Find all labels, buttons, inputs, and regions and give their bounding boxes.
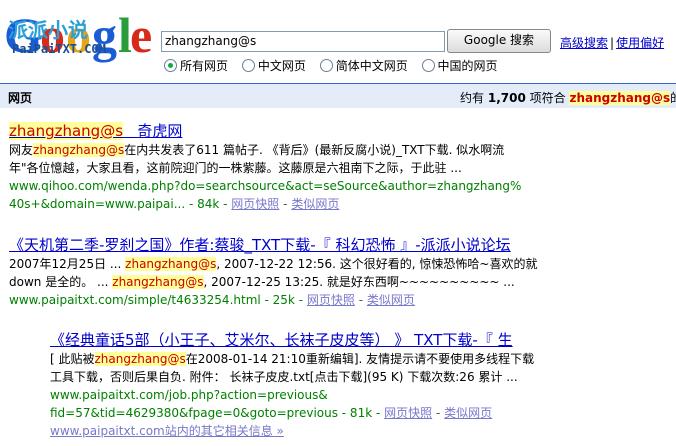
radio-icon <box>241 59 255 72</box>
result-title[interactable]: 《天机第二季-罗刹之国》作者:蔡骏_TXT下载-『 科幻恐怖 』-派派小说论坛 <box>9 236 537 255</box>
radio-icon <box>421 59 435 72</box>
cache-link[interactable]: 网页快照 <box>384 406 432 420</box>
result-title[interactable]: 《经典童话5部（小王子、艾米尔、长袜子皮皮等） 》 TXT下载-『 生 <box>50 331 534 350</box>
result-url: 40s+&domain=www.paipai... - 84k - 网页快照 -… <box>9 197 340 211</box>
similar-link[interactable]: 类似网页 <box>291 197 339 211</box>
results-bar: 网页 约有 1,700 项符合 zhangzhang@s的查 <box>0 83 676 108</box>
watermark-cn: 派派小说 <box>8 18 88 42</box>
similar-link[interactable]: 类似网页 <box>367 293 415 307</box>
result-url: www.paipaitxt.com/simple/t4633254.html -… <box>9 293 415 307</box>
result-snippet: 网友zhangzhang@s在内共发表了611 篇帖子. 《背后》(最新反腐小说… <box>9 143 505 157</box>
result-snippet: down 是全的。 ... zhangzhang@s, 2007-12-25 1… <box>9 275 515 289</box>
results-tab-label: 网页 <box>8 91 33 105</box>
result-snippet: 2007年12月25日 ... zhangzhang@s, 2007-12-22… <box>9 257 538 271</box>
watermark-en: PaiPaiTXT.COM <box>12 42 106 56</box>
result-snippet: 工具下载，否则后果自负. 附件： 长袜子皮皮.txt[点击下载](95 K) 下… <box>50 370 518 384</box>
preferences-link[interactable]: 使用偏好 <box>616 36 664 50</box>
radio-all-pages[interactable]: 所有网页 <box>164 57 228 74</box>
radio-china-pages[interactable]: 中国的网页 <box>421 57 498 74</box>
search-button[interactable]: Google 搜索 <box>447 29 551 53</box>
radio-icon <box>319 59 333 72</box>
advanced-search-link[interactable]: 高级搜索 <box>560 36 608 50</box>
search-input[interactable]: zhangzhang@s <box>161 31 445 52</box>
result-title[interactable]: zhangzhang@s 奇虎网 <box>9 122 521 141</box>
result-url: www.paipaitxt.com/job.php?action=previou… <box>50 388 328 402</box>
result-snippet: [ 此贴被zhangzhang@s在2008-01-14 21:10重新编辑].… <box>50 352 535 366</box>
results-count: 约有 1,700 项符合 zhangzhang@s的查 <box>460 91 676 105</box>
search-result: zhangzhang@s 奇虎网 网友zhangzhang@s在内共发表了611… <box>9 122 521 213</box>
radio-simplified-chinese[interactable]: 简体中文网页 <box>319 57 408 74</box>
language-radio-group: 所有网页 中文网页 简体中文网页 中国的网页 <box>164 57 508 74</box>
result-snippet: 年"各位憶越，大家且看，这前院迎门的一株紫藤。这藤原是六祖南下之际，于此驻 ..… <box>9 161 462 175</box>
google-logo[interactable]: G o o g l e 派派小说 PaiPaiTXT.COM <box>4 6 152 62</box>
cache-link[interactable]: 网页快照 <box>307 293 355 307</box>
similar-link[interactable]: 类似网页 <box>444 406 492 420</box>
top-links: 高级搜索 | 使用偏好 <box>560 34 664 51</box>
result-url: fid=57&tid=4629380&fpage=0&goto=previous… <box>50 406 493 420</box>
more-results-link[interactable]: www.paipaitxt.com站内的其它相关信息 » <box>50 422 534 440</box>
separator: | <box>610 36 615 50</box>
radio-selected-icon <box>164 59 177 72</box>
search-result: 《天机第二季-罗刹之国》作者:蔡骏_TXT下载-『 科幻恐怖 』-派派小说论坛 … <box>9 236 537 309</box>
radio-chinese-pages[interactable]: 中文网页 <box>241 57 306 74</box>
search-result: 《经典童话5部（小王子、艾米尔、长袜子皮皮等） 》 TXT下载-『 生 [ 此贴… <box>50 331 534 440</box>
cache-link[interactable]: 网页快照 <box>231 197 279 211</box>
result-url: www.qihoo.com/wenda.php?do=searchsource&… <box>9 179 522 193</box>
